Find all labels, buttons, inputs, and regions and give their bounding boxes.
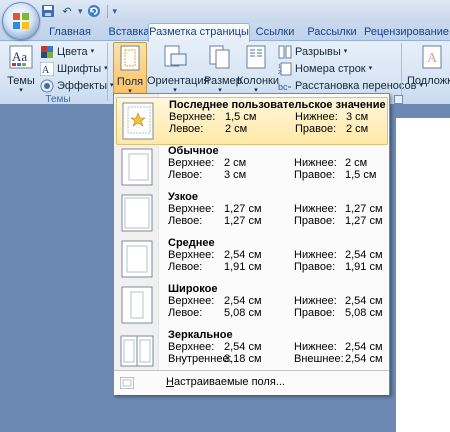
tab-page-layout[interactable]: Разметка страницы: [148, 23, 250, 42]
hyphenation-icon: bc: [278, 82, 291, 92]
tab-mailings[interactable]: Рассылки: [305, 24, 359, 41]
redo-icon[interactable]: [86, 3, 102, 19]
page-margins-wide-icon: [121, 286, 153, 324]
svg-text:bc: bc: [278, 82, 288, 92]
chevron-down-icon: ▾: [368, 65, 373, 72]
chevron-down-icon: ▾: [343, 48, 348, 55]
margins-button[interactable]: Поля ▾: [113, 42, 147, 96]
size-icon: [209, 45, 230, 69]
margins-icon: [120, 45, 140, 71]
page-margins-moderate-icon: [121, 240, 153, 278]
svg-text:Aa: Aa: [12, 49, 27, 64]
breaks-icon: [278, 45, 292, 59]
margin-preset-moderate[interactable]: Среднее Верхнее: 2,54 см Нижнее: 2,54 см…: [116, 236, 386, 282]
margins-dropdown-menu: Последнее пользовательское значение Верх…: [113, 93, 390, 395]
undo-icon[interactable]: ↶: [59, 3, 75, 19]
group-separator: [107, 43, 108, 101]
breaks-button[interactable]: Разрывы ▾: [278, 44, 347, 60]
columns-button[interactable]: Колонки ▾: [237, 44, 279, 95]
customize-qat-icon[interactable]: ▾: [113, 6, 118, 17]
custom-margins-icon: [120, 377, 134, 389]
margin-preset-narrow[interactable]: Узкое Верхнее: 1,27 см Нижнее: 1,27 см Л…: [116, 190, 386, 236]
themes-icon: Aa: [9, 45, 33, 69]
tab-references[interactable]: Ссылки: [253, 24, 297, 41]
page-margins-mirrored-icon: [120, 335, 154, 367]
svg-text:2: 2: [278, 70, 281, 76]
tab-review[interactable]: Рецензирование: [363, 24, 450, 41]
fonts-icon: A: [40, 62, 54, 76]
quick-access-toolbar: ↶ ▾ ▾: [40, 3, 117, 19]
office-logo-icon: [13, 13, 29, 29]
qat-separator: [106, 4, 108, 18]
save-icon[interactable]: [40, 3, 56, 19]
page-margins-normal-icon: [121, 148, 153, 186]
svg-text:A: A: [427, 51, 438, 66]
columns-icon: [246, 45, 266, 69]
colors-button[interactable]: Цвета ▾: [40, 44, 94, 60]
chevron-down-icon: ▾: [90, 48, 95, 55]
watermark-button[interactable]: A Подложка: [407, 44, 450, 87]
colors-icon: [41, 46, 53, 58]
line-numbers-icon: 12: [278, 62, 292, 76]
margin-preset-mirrored[interactable]: Зеркальное Верхнее: 2,54 см Нижнее: 2,54…: [116, 328, 386, 374]
tab-insert[interactable]: Вставка: [104, 24, 154, 41]
custom-margins-item[interactable]: Настраиваемые поля...: [114, 370, 389, 395]
document-page[interactable]: [396, 118, 450, 432]
page-margins-narrow-icon: [121, 194, 153, 232]
svg-text:A: A: [42, 65, 50, 76]
ribbon-tabs: Главная Вставка Разметка страницы Ссылки…: [0, 22, 450, 42]
size-button[interactable]: Размер ▾: [204, 44, 242, 95]
office-button[interactable]: [2, 2, 40, 40]
orientation-icon: [164, 45, 187, 67]
effects-button[interactable]: Эффекты ▾: [40, 78, 114, 94]
margin-preset-normal[interactable]: Обычное Верхнее: 2 см Нижнее: 2 см Левое…: [116, 144, 386, 190]
effects-icon: [40, 79, 54, 93]
chevron-down-icon: ▾: [19, 87, 23, 94]
themes-button[interactable]: Aa Темы ▾: [6, 44, 36, 95]
group-separator: [401, 43, 402, 101]
custom-margins-label: Настраиваемые поля...: [166, 376, 285, 388]
undo-dropdown-icon[interactable]: ▾: [78, 6, 83, 17]
line-numbers-button[interactable]: 12 Номера строк ▾: [278, 61, 372, 77]
watermark-icon: A: [422, 45, 442, 69]
page-margins-last-custom-icon: [122, 102, 154, 140]
orientation-button[interactable]: Ориентация ▾: [147, 44, 209, 95]
tab-home[interactable]: Главная: [44, 24, 96, 41]
fonts-button[interactable]: A Шрифты ▾: [40, 61, 108, 77]
page-setup-dialog-launcher[interactable]: [394, 95, 403, 104]
margin-preset-last-custom[interactable]: Последнее пользовательское значение Верх…: [116, 97, 388, 145]
margin-preset-wide[interactable]: Широкое Верхнее: 2,54 см Нижнее: 2,54 см…: [116, 282, 386, 328]
